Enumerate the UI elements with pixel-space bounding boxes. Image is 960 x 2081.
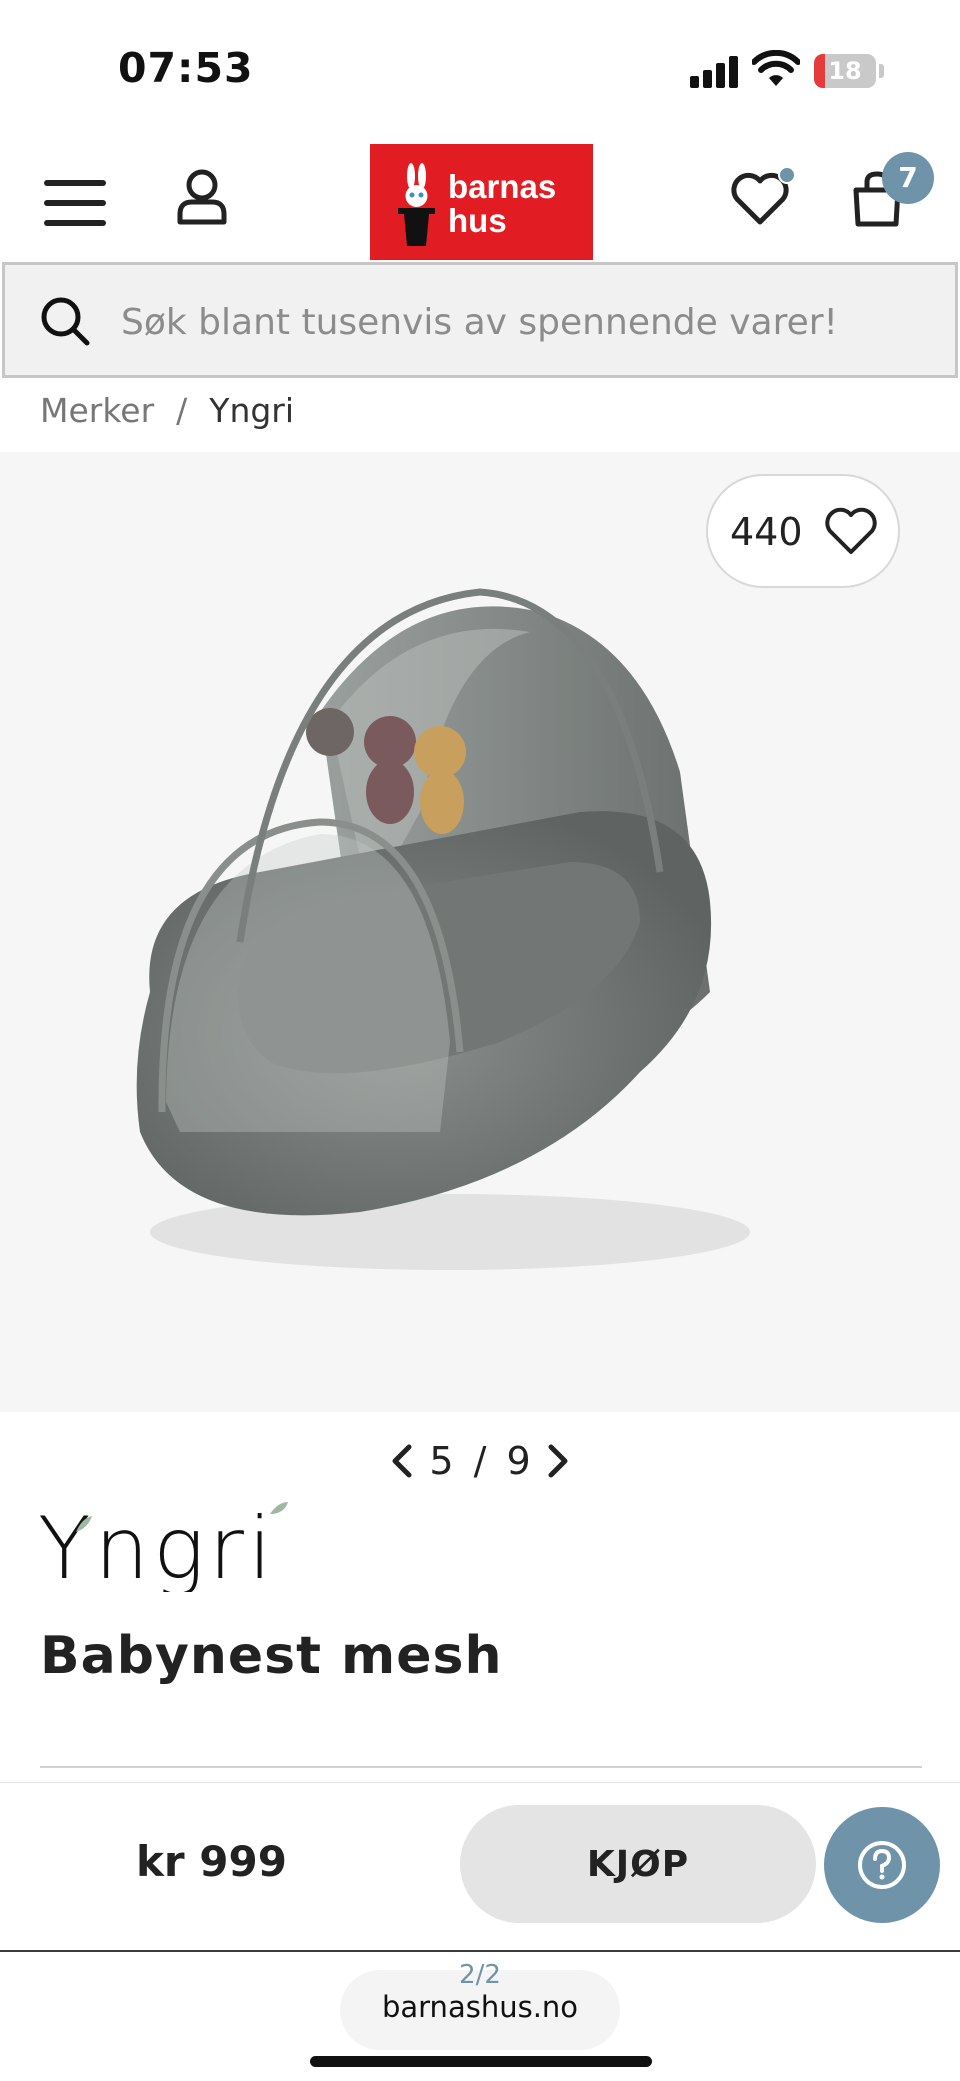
bunny-hat-icon [398, 163, 435, 246]
breadcrumb-item-merker[interactable]: Merker [40, 391, 154, 430]
home-indicator[interactable] [310, 2056, 652, 2067]
svg-text:Yngri: Yngri [38, 1502, 276, 1592]
breadcrumb-item-yngri[interactable]: Yngri [209, 391, 294, 430]
product-price: kr 999 [136, 1837, 287, 1886]
barnashus-logo[interactable]: barnas hus [370, 144, 593, 260]
site-header: barnas hus 7 [0, 130, 960, 260]
search-bar[interactable] [2, 262, 958, 378]
battery-tip [879, 64, 884, 78]
favorite-button[interactable]: 440 [706, 474, 900, 588]
url-text[interactable]: barnashus.no [0, 1990, 960, 2024]
battery-icon: 18 [814, 54, 876, 88]
signal-icon [690, 56, 740, 88]
image-counter: 5 / 9 [429, 1439, 531, 1483]
product-image [136, 588, 750, 1270]
battery-level: 18 [828, 57, 862, 85]
page-count: 2/2 [459, 1960, 501, 1990]
image-pager: 5 / 9 [380, 1436, 580, 1486]
wishlist-indicator [778, 166, 796, 184]
status-bar: 07:53 18 [0, 0, 960, 130]
status-time: 07:53 [118, 44, 254, 92]
brand-logo-yngri[interactable]: Yngri [38, 1502, 308, 1592]
help-icon [858, 1841, 906, 1889]
account-icon[interactable] [176, 168, 228, 226]
divider [40, 1766, 922, 1768]
breadcrumb: Merker / Yngri [40, 388, 294, 432]
product-gallery[interactable]: 440 [0, 452, 960, 1412]
favorite-count: 440 [730, 510, 803, 554]
breadcrumb-separator: / [176, 390, 188, 430]
heart-icon [825, 507, 877, 554]
chevron-right-icon[interactable] [543, 1441, 573, 1481]
search-icon [41, 297, 90, 346]
help-button[interactable] [824, 1807, 940, 1923]
wifi-icon [752, 50, 800, 86]
menu-icon [44, 180, 106, 186]
product-title: Babynest mesh [40, 1626, 503, 1686]
menu-button[interactable] [44, 180, 108, 228]
browser-address-bar: 2/2 barnashus.no [0, 1954, 960, 2081]
cart-count-badge: 7 [882, 152, 934, 204]
search-input[interactable] [121, 293, 941, 351]
buy-bar: kr 999 KJØP [0, 1782, 960, 1952]
chevron-left-icon[interactable] [387, 1441, 417, 1481]
buy-button[interactable]: KJØP [460, 1805, 816, 1923]
logo-text: barnas hus [448, 168, 557, 239]
